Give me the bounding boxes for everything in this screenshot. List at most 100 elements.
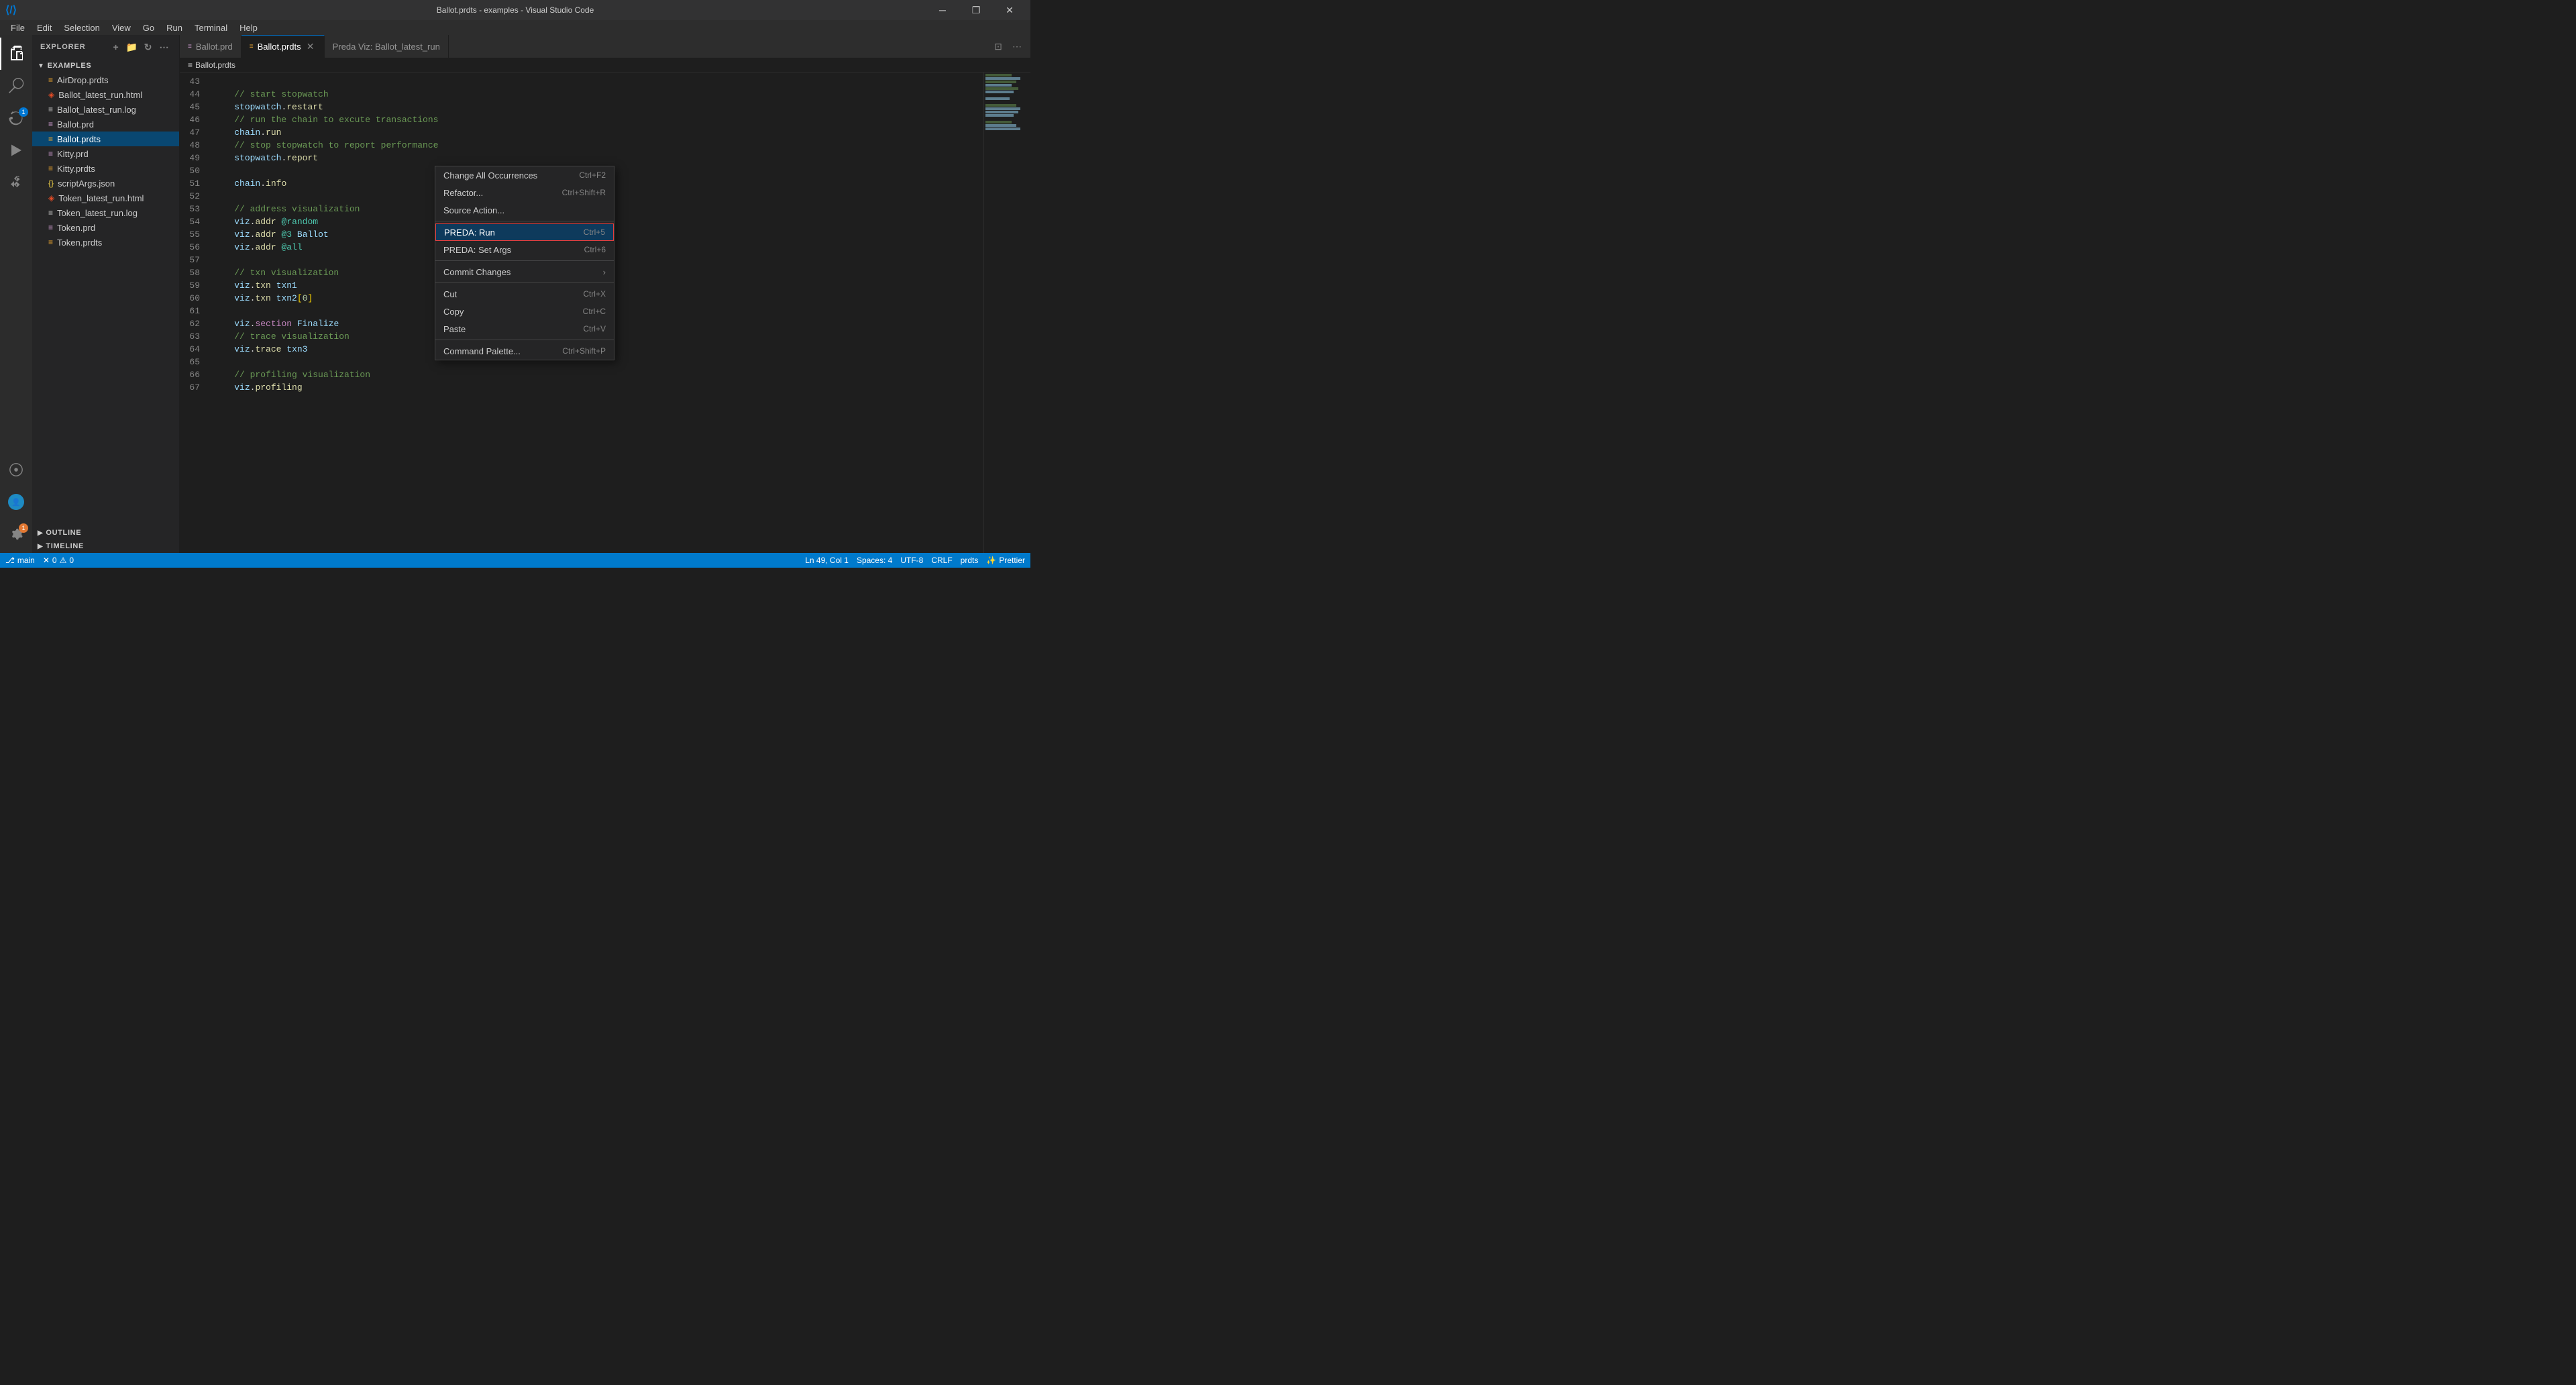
status-position[interactable]: Ln 49, Col 1 <box>805 556 849 565</box>
file-icon-prdts: ≡ <box>48 164 53 173</box>
file-name: Token_latest_run.html <box>58 193 144 203</box>
menu-item-source-action[interactable]: Source Action... <box>435 201 614 219</box>
file-name: Kitty.prdts <box>57 164 95 174</box>
new-folder-icon[interactable]: 📁 <box>125 40 139 54</box>
branch-label: main <box>17 556 35 565</box>
menu-terminal[interactable]: Terminal <box>189 21 233 34</box>
status-language[interactable]: prdts <box>961 556 979 565</box>
menu-edit[interactable]: Edit <box>32 21 57 34</box>
menu-selection[interactable]: Selection <box>58 21 105 34</box>
minimize-button[interactable]: ─ <box>927 0 958 20</box>
file-name: Token.prdts <box>57 238 102 248</box>
file-item-scriptargs[interactable]: {} scriptArgs.json <box>32 176 179 191</box>
file-item-ballot-log[interactable]: ≡ Ballot_latest_run.log <box>32 102 179 117</box>
vscode-logo-icon: ⟨/⟩ <box>5 3 17 17</box>
activity-explorer-icon[interactable] <box>0 38 32 70</box>
file-name: Ballot.prdts <box>57 134 101 144</box>
file-item-ballot-prdts[interactable]: ≡ Ballot.prdts <box>32 132 179 146</box>
file-icon-prd: ≡ <box>48 149 53 158</box>
minimap[interactable] <box>983 72 1030 553</box>
context-menu: Change All Occurrences Ctrl+F2 Refactor.… <box>435 166 614 360</box>
tab-ballot-prd[interactable]: ≡ Ballot.prd <box>180 35 241 58</box>
line-numbers: 43 44 45 46 47 48 49 50 51 52 53 54 55 5… <box>180 72 207 553</box>
outline-section[interactable]: ▶ OUTLINE <box>32 526 179 540</box>
examples-section[interactable]: ▼ EXAMPLES <box>32 59 179 72</box>
activity-search-icon[interactable] <box>0 70 32 102</box>
activity-settings-icon[interactable]: 1 <box>0 518 32 550</box>
warning-count: 0 <box>69 556 74 565</box>
file-item-token-prd[interactable]: ≡ Token.prd <box>32 220 179 235</box>
menu-item-command-palette[interactable]: Command Palette... Ctrl+Shift+P <box>435 342 614 360</box>
breadcrumb-icon: ≡ <box>188 60 193 70</box>
activity-run-icon[interactable] <box>0 134 32 166</box>
file-item-ballot-html[interactable]: ◈ Ballot_latest_run.html <box>32 87 179 102</box>
titlebar-left: ⟨/⟩ <box>5 3 22 17</box>
activity-source-control-icon[interactable]: 1 <box>0 102 32 134</box>
file-icon-prdts: ≡ <box>48 75 53 85</box>
cursor-position: Ln 49, Col 1 <box>805 556 849 565</box>
prettier-label: Prettier <box>999 556 1025 565</box>
menu-item-copy[interactable]: Copy Ctrl+C <box>435 303 614 320</box>
file-item-ballot-prd[interactable]: ≡ Ballot.prd <box>32 117 179 132</box>
status-spaces[interactable]: Spaces: 4 <box>857 556 892 565</box>
status-prettier[interactable]: ✨ Prettier <box>986 556 1025 565</box>
titlebar-controls: ─ ❐ ✕ <box>927 0 1025 20</box>
status-eol[interactable]: CRLF <box>931 556 952 565</box>
file-item-token-log[interactable]: ≡ Token_latest_run.log <box>32 205 179 220</box>
file-item-airdrop[interactable]: ≡ AirDrop.prdts <box>32 72 179 87</box>
menu-item-preda-set-args[interactable]: PREDA: Set Args Ctrl+6 <box>435 241 614 258</box>
tab-prd-icon: ≡ <box>188 43 192 50</box>
file-item-token-html[interactable]: ◈ Token_latest_run.html <box>32 191 179 205</box>
menu-separator-2 <box>435 260 614 261</box>
file-name: Ballot.prd <box>57 119 94 130</box>
titlebar-title: Ballot.prdts - examples - Visual Studio … <box>437 5 594 15</box>
language-label: prdts <box>961 556 979 565</box>
menu-view[interactable]: View <box>107 21 136 34</box>
menu-go[interactable]: Go <box>138 21 160 34</box>
outline-arrow-icon: ▶ <box>38 529 43 537</box>
collapse-icon[interactable]: ⋯ <box>158 40 171 54</box>
menu-item-preda-run[interactable]: PREDA: Run Ctrl+5 <box>435 223 614 241</box>
menu-item-cut[interactable]: Cut Ctrl+X <box>435 285 614 303</box>
tabs-bar-right: ⊡ ⋯ <box>990 38 1030 54</box>
file-name: Token_latest_run.log <box>57 208 138 218</box>
menu-file[interactable]: File <box>5 21 30 34</box>
more-actions-icon[interactable]: ⋯ <box>1009 38 1025 54</box>
close-button[interactable]: ✕ <box>994 0 1025 20</box>
activity-remote-icon[interactable] <box>0 454 32 486</box>
status-encoding[interactable]: UTF-8 <box>900 556 923 565</box>
menu-item-change-occurrences[interactable]: Change All Occurrences Ctrl+F2 <box>435 166 614 184</box>
tree-arrow-icon: ▼ <box>38 62 45 70</box>
file-item-kitty-prdts[interactable]: ≡ Kitty.prdts <box>32 161 179 176</box>
timeline-section[interactable]: ▶ TIMELINE <box>32 540 179 553</box>
file-icon-prdts: ≡ <box>48 238 53 247</box>
error-count: 0 <box>52 556 57 565</box>
breadcrumb-path[interactable]: Ballot.prdts <box>195 60 235 70</box>
section-name-label: EXAMPLES <box>48 62 92 70</box>
file-item-token-prdts[interactable]: ≡ Token.prdts <box>32 235 179 250</box>
split-editor-icon[interactable]: ⊡ <box>990 38 1006 54</box>
menu-help[interactable]: Help <box>234 21 263 34</box>
sidebar-title: EXPLORER <box>40 43 86 51</box>
menu-item-paste[interactable]: Paste Ctrl+V <box>435 320 614 338</box>
refresh-icon[interactable]: ↻ <box>142 40 155 54</box>
warning-icon: ⚠ <box>60 556 67 565</box>
tab-close-icon[interactable]: ✕ <box>305 42 316 52</box>
tab-ballot-prdts[interactable]: ≡ Ballot.prdts ✕ <box>241 35 325 58</box>
editor-area: ≡ Ballot.prd ≡ Ballot.prdts ✕ Preda Viz:… <box>180 35 1030 553</box>
status-errors[interactable]: ✕ 0 ⚠ 0 <box>43 556 74 565</box>
file-item-kitty-prd[interactable]: ≡ Kitty.prd <box>32 146 179 161</box>
new-file-icon[interactable]: + <box>109 40 123 54</box>
user-avatar[interactable]: 👤 <box>8 494 24 510</box>
tab-preda-viz[interactable]: Preda Viz: Ballot_latest_run <box>325 35 449 58</box>
status-branch[interactable]: ⎇ main <box>5 556 35 565</box>
activity-extensions-icon[interactable] <box>0 166 32 199</box>
outline-label: OUTLINE <box>46 529 81 537</box>
activity-bottom: 👤 1 <box>0 454 32 553</box>
tab-label: Ballot.prdts <box>258 42 301 52</box>
menu-run[interactable]: Run <box>161 21 188 34</box>
menu-item-commit-changes[interactable]: Commit Changes › <box>435 263 614 280</box>
file-name: Token.prd <box>57 223 95 233</box>
menu-item-refactor[interactable]: Refactor... Ctrl+Shift+R <box>435 184 614 201</box>
maximize-button[interactable]: ❐ <box>961 0 991 20</box>
